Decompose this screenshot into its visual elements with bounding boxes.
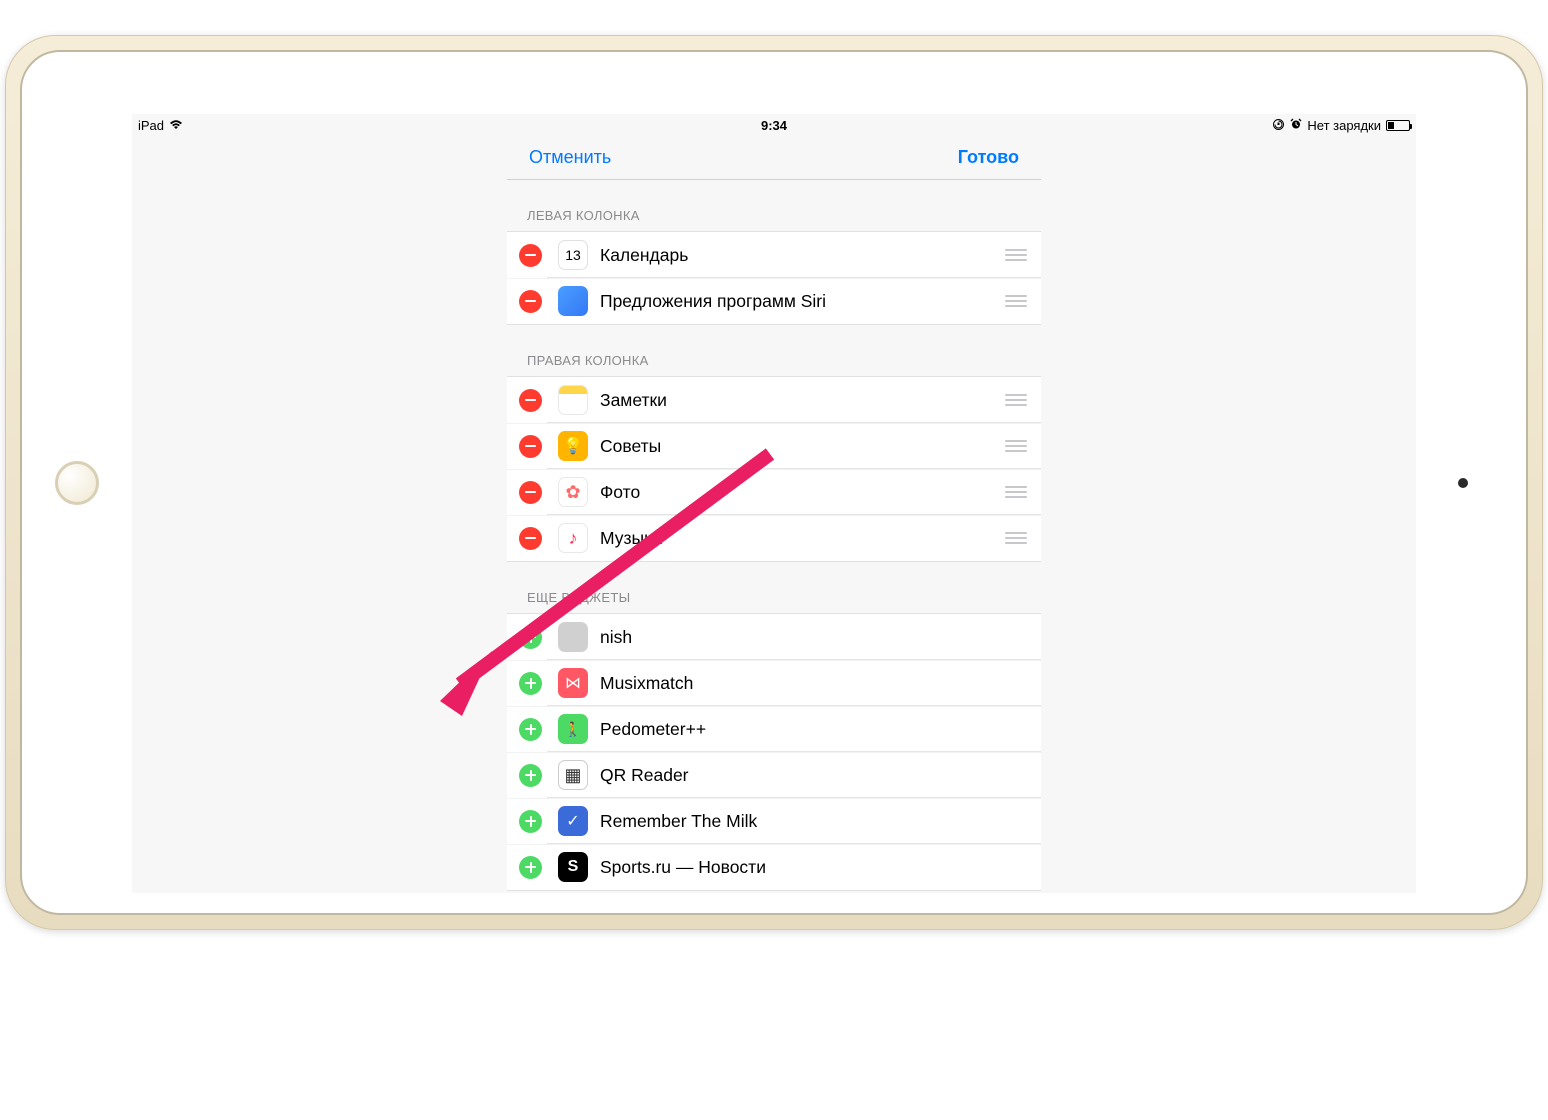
battery-icon xyxy=(1386,120,1410,131)
remove-icon[interactable] xyxy=(519,290,542,313)
widget-label: Календарь xyxy=(600,245,688,266)
list-item: Предложения программ Siri xyxy=(507,278,1041,324)
list-item: nish xyxy=(507,614,1041,660)
list-item: Музыка xyxy=(507,515,1041,561)
drag-handle-icon[interactable] xyxy=(1005,295,1027,307)
rotation-lock-icon xyxy=(1272,118,1285,133)
drag-handle-icon[interactable] xyxy=(1005,440,1027,452)
list-more-widgets: nish Musixmatch Pedometer++ xyxy=(507,613,1041,891)
ipad-inner-bezel: iPad 9:34 Нет зарядки xyxy=(20,50,1528,915)
widget-label: QR Reader xyxy=(600,765,689,786)
list-item: Musixmatch xyxy=(507,660,1041,706)
list-left-column: 13 Календарь Предложения программ Siri xyxy=(507,231,1041,325)
list-item: Remember The Milk xyxy=(507,798,1041,844)
alarm-icon xyxy=(1290,118,1302,132)
list-item: 13 Календарь xyxy=(507,232,1041,278)
cancel-button[interactable]: Отменить xyxy=(529,147,611,168)
add-icon[interactable] xyxy=(519,626,542,649)
widget-label: Музыка xyxy=(600,528,662,549)
app-icon xyxy=(558,622,588,652)
nav-header: Отменить Готово xyxy=(507,136,1041,180)
photos-icon xyxy=(558,477,588,507)
remove-icon[interactable] xyxy=(519,527,542,550)
list-item: Советы xyxy=(507,423,1041,469)
content-area: ЛЕВАЯ КОЛОНКА 13 Календарь Предложения п… xyxy=(507,180,1041,891)
screen: iPad 9:34 Нет зарядки xyxy=(132,114,1416,893)
section-right-column: ПРАВАЯ КОЛОНКА xyxy=(507,325,1041,376)
remove-icon[interactable] xyxy=(519,435,542,458)
widget-label: Фото xyxy=(600,482,640,503)
add-icon[interactable] xyxy=(519,810,542,833)
status-bar: iPad 9:34 Нет зарядки xyxy=(132,114,1416,136)
notes-icon xyxy=(558,385,588,415)
add-icon[interactable] xyxy=(519,672,542,695)
section-more-widgets: ЕЩЕ ВИДЖЕТЫ xyxy=(507,562,1041,613)
front-camera xyxy=(1458,478,1468,488)
musixmatch-icon xyxy=(558,668,588,698)
section-left-column: ЛЕВАЯ КОЛОНКА xyxy=(507,180,1041,231)
remove-icon[interactable] xyxy=(519,244,542,267)
pedometer-icon xyxy=(558,714,588,744)
list-item: Заметки xyxy=(507,377,1041,423)
drag-handle-icon[interactable] xyxy=(1005,486,1027,498)
add-icon[interactable] xyxy=(519,856,542,879)
battery-status-text: Нет зарядки xyxy=(1307,118,1381,133)
remove-icon[interactable] xyxy=(519,389,542,412)
ipad-bezel: iPad 9:34 Нет зарядки xyxy=(5,35,1543,930)
widget-label: Предложения программ Siri xyxy=(600,291,826,312)
add-icon[interactable] xyxy=(519,764,542,787)
widget-label: Pedometer++ xyxy=(600,719,706,740)
drag-handle-icon[interactable] xyxy=(1005,394,1027,406)
siri-icon xyxy=(558,286,588,316)
widget-label: nish xyxy=(600,627,632,648)
widget-label: Советы xyxy=(600,436,661,457)
rtm-icon xyxy=(558,806,588,836)
wifi-icon xyxy=(169,118,183,133)
tips-icon xyxy=(558,431,588,461)
sports-icon xyxy=(558,852,588,882)
add-icon[interactable] xyxy=(519,718,542,741)
drag-handle-icon[interactable] xyxy=(1005,249,1027,261)
list-item: QR Reader xyxy=(507,752,1041,798)
music-icon xyxy=(558,523,588,553)
calendar-icon: 13 xyxy=(558,240,588,270)
widget-label: Sports.ru — Новости xyxy=(600,857,766,878)
widget-label: Заметки xyxy=(600,390,667,411)
list-right-column: Заметки Советы Фото xyxy=(507,376,1041,562)
qr-reader-icon xyxy=(558,760,588,790)
widget-label: Remember The Milk xyxy=(600,811,757,832)
list-item: Pedometer++ xyxy=(507,706,1041,752)
clock: 9:34 xyxy=(761,118,787,133)
drag-handle-icon[interactable] xyxy=(1005,532,1027,544)
remove-icon[interactable] xyxy=(519,481,542,504)
home-button[interactable] xyxy=(55,461,99,505)
list-item: Фото xyxy=(507,469,1041,515)
widget-label: Musixmatch xyxy=(600,673,693,694)
carrier-label: iPad xyxy=(138,118,164,133)
done-button[interactable]: Готово xyxy=(958,147,1019,168)
list-item: Sports.ru — Новости xyxy=(507,844,1041,890)
